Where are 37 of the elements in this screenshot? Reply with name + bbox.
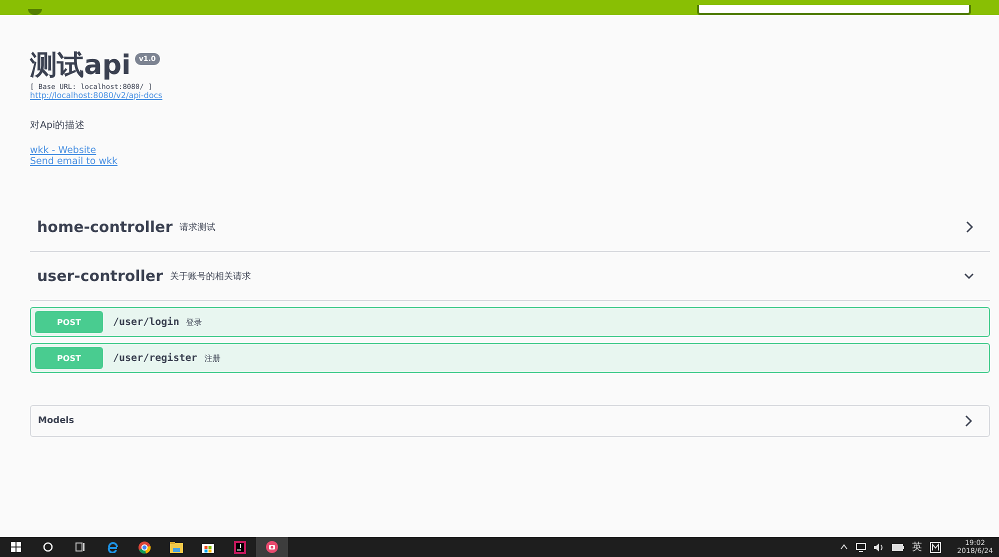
- ide-icon: [234, 540, 246, 554]
- chevron-right-icon: [963, 415, 973, 427]
- controller-header[interactable]: user-controller 关于账号的相关请求: [30, 252, 990, 301]
- battery-icon[interactable]: [892, 544, 904, 550]
- browser-circle-icon: [138, 540, 150, 554]
- screen-recorder-button[interactable]: [256, 537, 288, 557]
- chevron-up-icon[interactable]: [840, 544, 848, 550]
- browser-e-icon: [106, 541, 118, 553]
- folder-icon: [170, 542, 182, 552]
- api-description: 对Api的描述: [30, 119, 86, 132]
- operation-summary: 登录: [186, 316, 202, 328]
- controller-name: home-controller: [37, 218, 173, 236]
- circle-icon: [43, 542, 53, 552]
- m-square-icon[interactable]: [930, 542, 942, 552]
- operation-summary: 注册: [204, 352, 220, 364]
- windows-icon: [11, 542, 21, 552]
- input-method-indicator[interactable]: 英: [912, 540, 922, 554]
- camera-icon: [266, 541, 278, 553]
- models-section[interactable]: Models: [30, 405, 990, 437]
- method-label: POST: [35, 311, 103, 333]
- speaker-icon[interactable]: [874, 542, 884, 552]
- controller-description: 关于账号的相关请求: [170, 270, 252, 282]
- controller-name: user-controller: [37, 267, 164, 285]
- operation-path: /user/register: [113, 352, 198, 364]
- shopping-bag-icon: [202, 541, 214, 553]
- page-title: 测试api: [30, 51, 131, 81]
- task-view-icon: [75, 542, 85, 552]
- network-icon[interactable]: [856, 542, 866, 552]
- models-title: Models: [38, 416, 74, 426]
- controller-header[interactable]: home-controller 请求测试: [30, 203, 990, 252]
- chevron-right-icon: [964, 221, 974, 233]
- operation-row[interactable]: POST /user/login 登录: [30, 307, 990, 337]
- controller-description: 请求测试: [180, 222, 217, 234]
- operation-path: /user/login: [113, 316, 180, 328]
- search-field[interactable]: [697, 5, 971, 15]
- method-label: POST: [35, 347, 103, 369]
- operation-row[interactable]: POST /user/register 注册: [30, 343, 990, 373]
